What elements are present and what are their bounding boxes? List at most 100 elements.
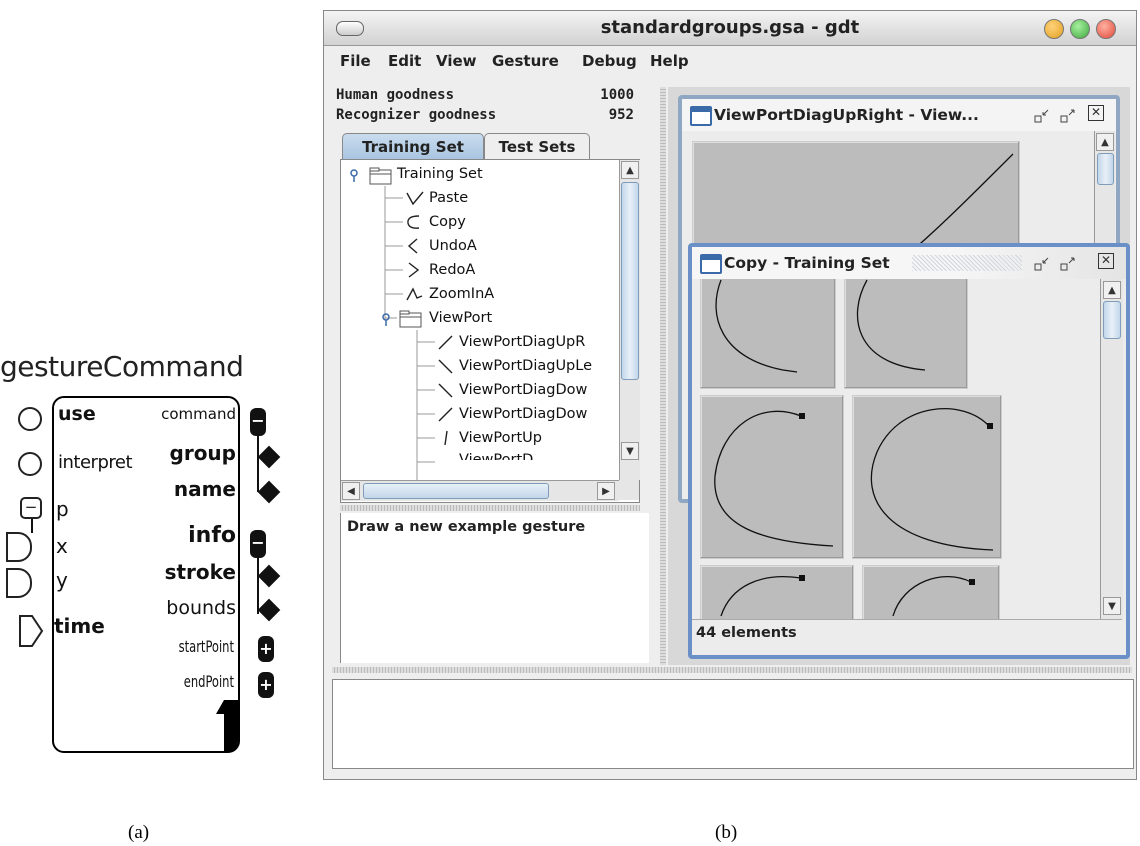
input-label-interpret: interpret — [58, 452, 133, 473]
minimize-icon[interactable] — [1044, 19, 1064, 39]
tree-scroll-thumb[interactable] — [621, 182, 639, 380]
redo-gesture-icon — [408, 262, 420, 278]
group-port-diamond-icon[interactable] — [257, 445, 281, 469]
frame-close-icon[interactable]: ✕ — [1098, 253, 1114, 269]
output-label-name: name — [173, 477, 236, 501]
frame-minimize-icon[interactable] — [1034, 257, 1050, 271]
resize-corner[interactable] — [216, 700, 238, 752]
scroll-down-arrow-icon[interactable]: ▼ — [621, 442, 639, 460]
frame-minimize-icon[interactable] — [1034, 109, 1050, 123]
tree-expand-icon[interactable] — [347, 168, 361, 182]
frame1-titlebar[interactable]: ViewPortDiagUpRight - View... ✕ — [682, 99, 1116, 131]
y-port-icon[interactable] — [6, 568, 32, 598]
close-icon[interactable] — [1096, 19, 1116, 39]
interpret-port-icon[interactable] — [18, 452, 42, 476]
horizontal-split-divider[interactable] — [332, 667, 1132, 673]
output-label-stroke: stroke — [164, 560, 236, 584]
output-label-info: info — [188, 523, 236, 548]
tree-sub-item[interactable]: ViewPortDiagUpLe — [459, 354, 592, 378]
menu-help[interactable]: Help — [650, 52, 689, 70]
copy-stroke — [720, 575, 805, 617]
frame-close-icon[interactable]: ✕ — [1088, 105, 1104, 121]
tree-root-label[interactable]: Training Set — [397, 162, 483, 186]
tree-item-undoa[interactable]: UndoA — [429, 234, 477, 258]
gesture-example[interactable] — [862, 565, 1000, 619]
command-port-minus-icon[interactable]: − — [250, 408, 266, 436]
frame2-titlebar[interactable]: Copy - Training Set ✕ — [692, 247, 1126, 279]
scroll-left-arrow-icon[interactable]: ◀ — [342, 482, 360, 500]
gesture-example[interactable] — [844, 279, 968, 389]
frame2-scrollbar[interactable]: ▲ ▼ — [1100, 279, 1123, 619]
scroll-down-arrow-icon[interactable]: ▼ — [1103, 597, 1121, 615]
gesture-example[interactable] — [700, 565, 854, 619]
menu-file[interactable]: File — [340, 52, 371, 70]
tree-vertical-scrollbar[interactable]: ▲ ▼ — [619, 160, 640, 480]
scroll-right-arrow-icon[interactable]: ▶ — [597, 482, 615, 500]
tree-sub-item[interactable]: ViewPortDiagDow — [459, 402, 587, 426]
frame1-scroll-thumb[interactable] — [1097, 153, 1114, 185]
diag-down-gesture-icon — [438, 383, 453, 398]
element-count: 44 elements — [696, 625, 797, 641]
tree-item-paste[interactable]: Paste — [429, 186, 468, 210]
frame-window-icon — [690, 106, 712, 126]
stroke-port-diamond-icon[interactable] — [257, 564, 281, 588]
tree-sub-item[interactable]: ViewPortDiagUpR — [459, 330, 585, 354]
tree-folder-viewport[interactable]: ViewPort — [429, 306, 492, 330]
left-pane: Human goodness 1000 Recognizer goodness … — [336, 87, 654, 663]
title-bar[interactable]: standardgroups.gsa - gdt — [324, 11, 1136, 46]
caption-b: (b) — [715, 822, 738, 843]
frame-maximize-icon[interactable] — [1060, 257, 1076, 271]
tree-horizontal-scrollbar[interactable]: ◀ ▶ — [341, 480, 619, 501]
gesture-example[interactable] — [852, 395, 1002, 559]
window-title: standardgroups.gsa - gdt — [600, 17, 860, 38]
use-port-icon[interactable] — [18, 407, 42, 431]
copy-stroke — [714, 410, 834, 547]
input-label-p: p — [56, 497, 69, 521]
tree-item-copy[interactable]: Copy — [429, 210, 466, 234]
tree-sub-item[interactable]: ViewPortUp — [459, 426, 542, 450]
gesture-example[interactable] — [700, 395, 844, 559]
input-label-y: y — [56, 568, 68, 592]
scroll-up-arrow-icon[interactable]: ▲ — [621, 161, 639, 179]
name-port-diamond-icon[interactable] — [257, 480, 281, 504]
bounds-port-diamond-icon[interactable] — [257, 598, 281, 622]
startpoint-port-plus-icon[interactable]: + — [258, 636, 274, 662]
gdt-window: standardgroups.gsa - gdt File Edit View … — [323, 10, 1137, 780]
zoom-icon[interactable] — [1070, 19, 1090, 39]
menu-debug[interactable]: Debug — [582, 52, 637, 70]
menu-gesture[interactable]: Gesture — [492, 52, 559, 70]
frame2-footer-divider — [692, 619, 1122, 620]
training-tree: Training Set Paste Copy UndoA RedoA Zoom… — [340, 159, 640, 503]
x-port-icon[interactable] — [6, 532, 32, 562]
tree-sub-item[interactable]: ViewPortDiagDow — [459, 378, 587, 402]
time-port-icon[interactable] — [18, 614, 44, 648]
human-goodness-label: Human goodness — [336, 87, 455, 103]
frame-maximize-icon[interactable] — [1060, 109, 1076, 123]
frame2-content — [692, 279, 1100, 619]
tab-training-set[interactable]: Training Set — [342, 133, 484, 160]
menu-bar: File Edit View Gesture Debug Help — [324, 46, 1136, 74]
tree-sub-item[interactable]: ViewPortD — [459, 450, 533, 460]
endpoint-port-plus-icon[interactable]: + — [258, 672, 274, 698]
scroll-up-arrow-icon[interactable]: ▲ — [1096, 133, 1114, 151]
copy-training-set-frame[interactable]: Copy - Training Set ✕ ▲ ▼ 44 elements — [688, 243, 1130, 659]
left-split-divider[interactable] — [340, 505, 640, 511]
tree-item-redoa[interactable]: RedoA — [429, 258, 475, 282]
tree-expand-viewport-icon[interactable] — [379, 312, 393, 326]
scroll-up-arrow-icon[interactable]: ▲ — [1103, 281, 1121, 299]
tree-hscroll-thumb[interactable] — [363, 483, 549, 499]
output-label-command: command — [161, 405, 236, 423]
p-port-minus-icon[interactable]: − — [20, 497, 42, 519]
menu-view[interactable]: View — [436, 52, 477, 70]
frame1-title: ViewPortDiagUpRight - View... — [714, 106, 979, 124]
tree-item-zoomina[interactable]: ZoomInA — [429, 282, 494, 306]
info-port-minus-icon[interactable]: − — [250, 530, 266, 558]
output-label-startpoint: startPoint — [178, 637, 234, 656]
gesture-example[interactable] — [700, 279, 836, 389]
tab-test-sets[interactable]: Test Sets — [484, 133, 590, 160]
bottom-panel — [332, 679, 1134, 769]
menu-edit[interactable]: Edit — [388, 52, 421, 70]
vertical-split-divider[interactable] — [660, 87, 666, 665]
frame2-scroll-thumb[interactable] — [1103, 301, 1121, 339]
recognizer-goodness-label: Recognizer goodness — [336, 107, 497, 123]
